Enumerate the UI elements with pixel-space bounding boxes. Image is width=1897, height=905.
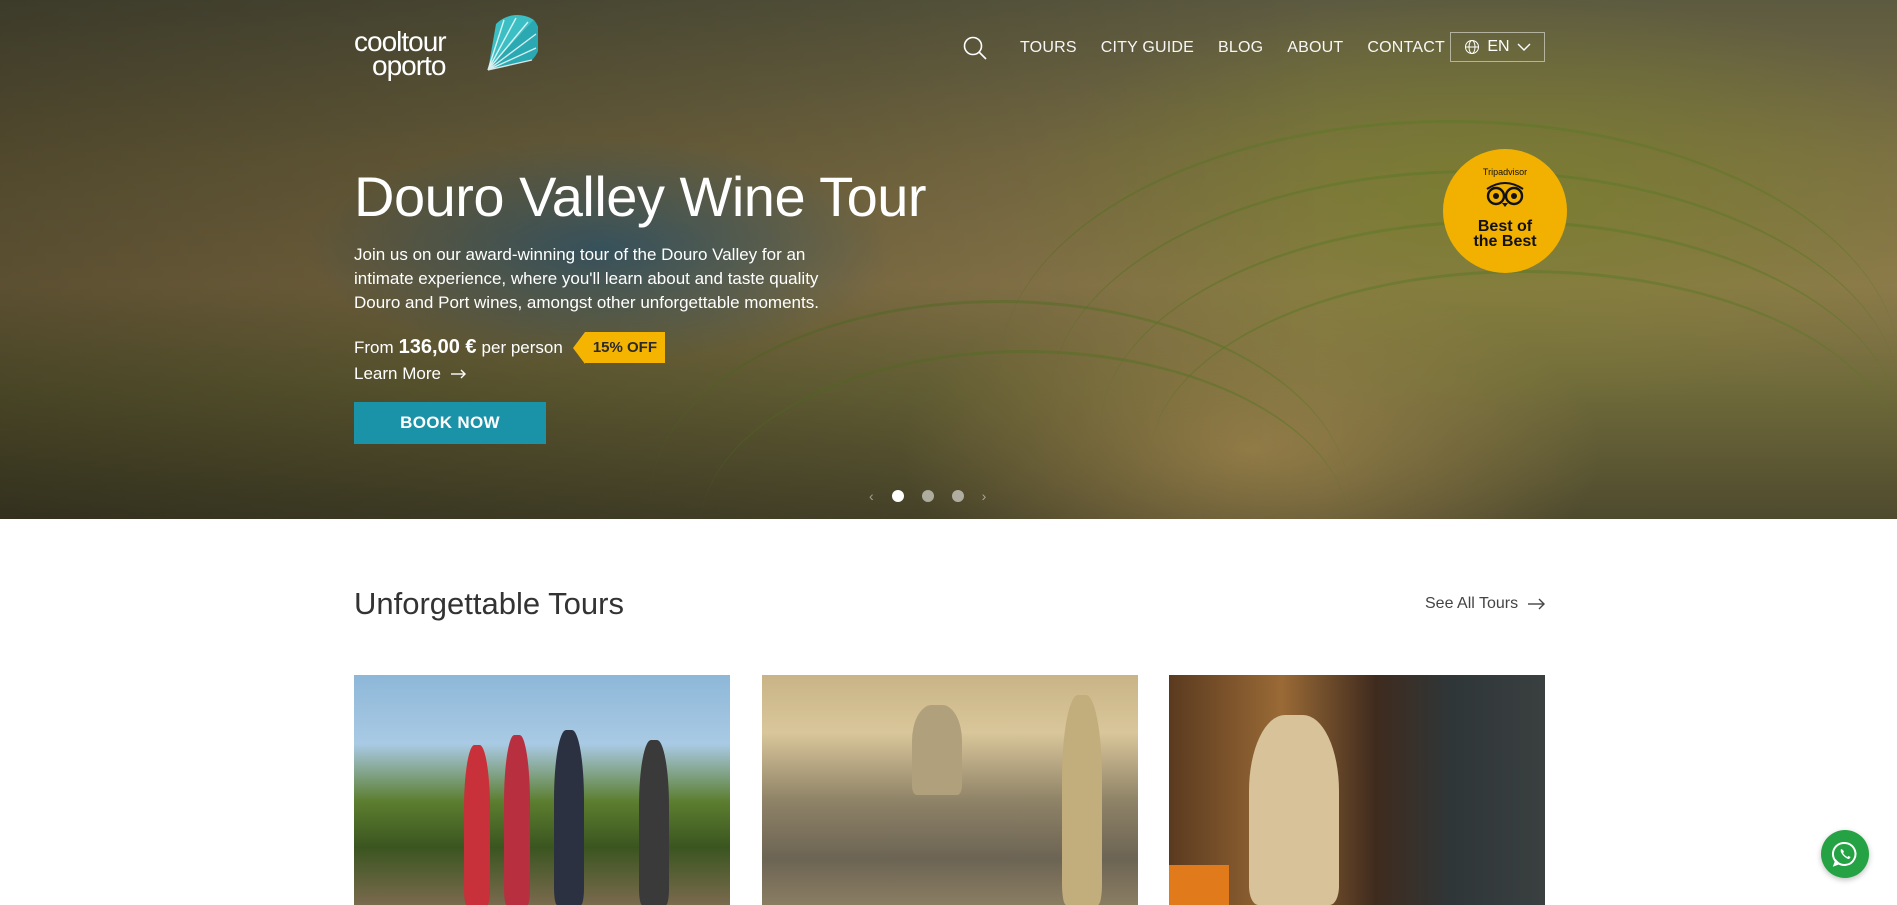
tripadvisor-award-badge: Tripadvisor Best of the Best [1443, 149, 1567, 273]
book-now-button[interactable]: BOOK NOW [354, 402, 546, 444]
carousel-controls: ‹ › [869, 488, 986, 504]
person-figure [639, 740, 669, 905]
price-prefix: From [354, 337, 394, 357]
chapel-shape [912, 705, 962, 795]
logo-text-bottom: oporto [372, 50, 446, 81]
whatsapp-chat-button[interactable] [1821, 830, 1869, 878]
nav-tours[interactable]: TOURS [1020, 39, 1077, 57]
search-icon[interactable] [962, 35, 988, 61]
person-figure [464, 745, 490, 905]
tripadvisor-owl-icon [1486, 182, 1524, 207]
tour-card-image[interactable] [354, 675, 730, 905]
award-brand: Tripadvisor [1482, 167, 1528, 177]
carousel-dot[interactable] [921, 490, 934, 502]
price-amount: 136,00 € [398, 336, 477, 358]
person-figure [504, 735, 530, 905]
nav-city-guide[interactable]: CITY GUIDE [1101, 39, 1194, 57]
tour-card-image[interactable] [762, 675, 1138, 905]
main-nav: TOURS CITY GUIDE BLOG ABOUT CONTACT [962, 36, 1469, 60]
person-figure [1249, 715, 1339, 905]
award-title: Best of the Best [1443, 218, 1567, 250]
nav-about[interactable]: ABOUT [1287, 39, 1343, 57]
carousel-dot[interactable] [951, 490, 964, 502]
carousel-next-icon[interactable]: › [982, 488, 987, 504]
whatsapp-icon [1831, 841, 1857, 867]
shop-sign [1169, 865, 1229, 905]
tour-card-image[interactable] [1169, 675, 1545, 905]
price-line: From 136,00 € per person 15% OFF [354, 332, 665, 364]
learn-more-link[interactable]: Learn More [354, 364, 467, 384]
chevron-down-icon [1517, 43, 1531, 51]
price-suffix: per person [481, 337, 563, 357]
award-line-1: Best of [1477, 218, 1533, 235]
person-figure [554, 730, 584, 905]
language-label: EN [1487, 38, 1510, 55]
site-logo[interactable]: cooltour oporto [354, 14, 538, 81]
nav-blog[interactable]: BLOG [1218, 39, 1263, 57]
hero-overlay [0, 0, 1897, 519]
carousel-dot[interactable] [891, 490, 904, 502]
see-all-label: See All Tours [1425, 595, 1519, 612]
nav-contact[interactable]: CONTACT [1367, 39, 1445, 57]
discount-badge: 15% OFF [572, 332, 665, 364]
section-title: Unforgettable Tours [354, 586, 624, 621]
hero-description: Join us on our award-winning tour of the… [354, 245, 819, 312]
language-selector[interactable]: EN [1450, 32, 1545, 62]
statue-shape [1062, 695, 1102, 905]
arrow-right-icon [1528, 598, 1546, 610]
award-line-2: the Best [1473, 233, 1537, 250]
see-all-tours-link[interactable]: See All Tours [1425, 595, 1546, 613]
learn-more-label: Learn More [354, 364, 441, 383]
globe-icon [1465, 40, 1480, 54]
hero-banner: cooltour oporto TOURS CITY GUIDE BLOG AB… [0, 0, 1897, 519]
hero-title: Douro Valley Wine Tour [354, 165, 927, 228]
shell-logo-icon [487, 15, 538, 71]
arrow-right-icon [450, 369, 466, 379]
carousel-prev-icon[interactable]: ‹ [869, 488, 874, 504]
